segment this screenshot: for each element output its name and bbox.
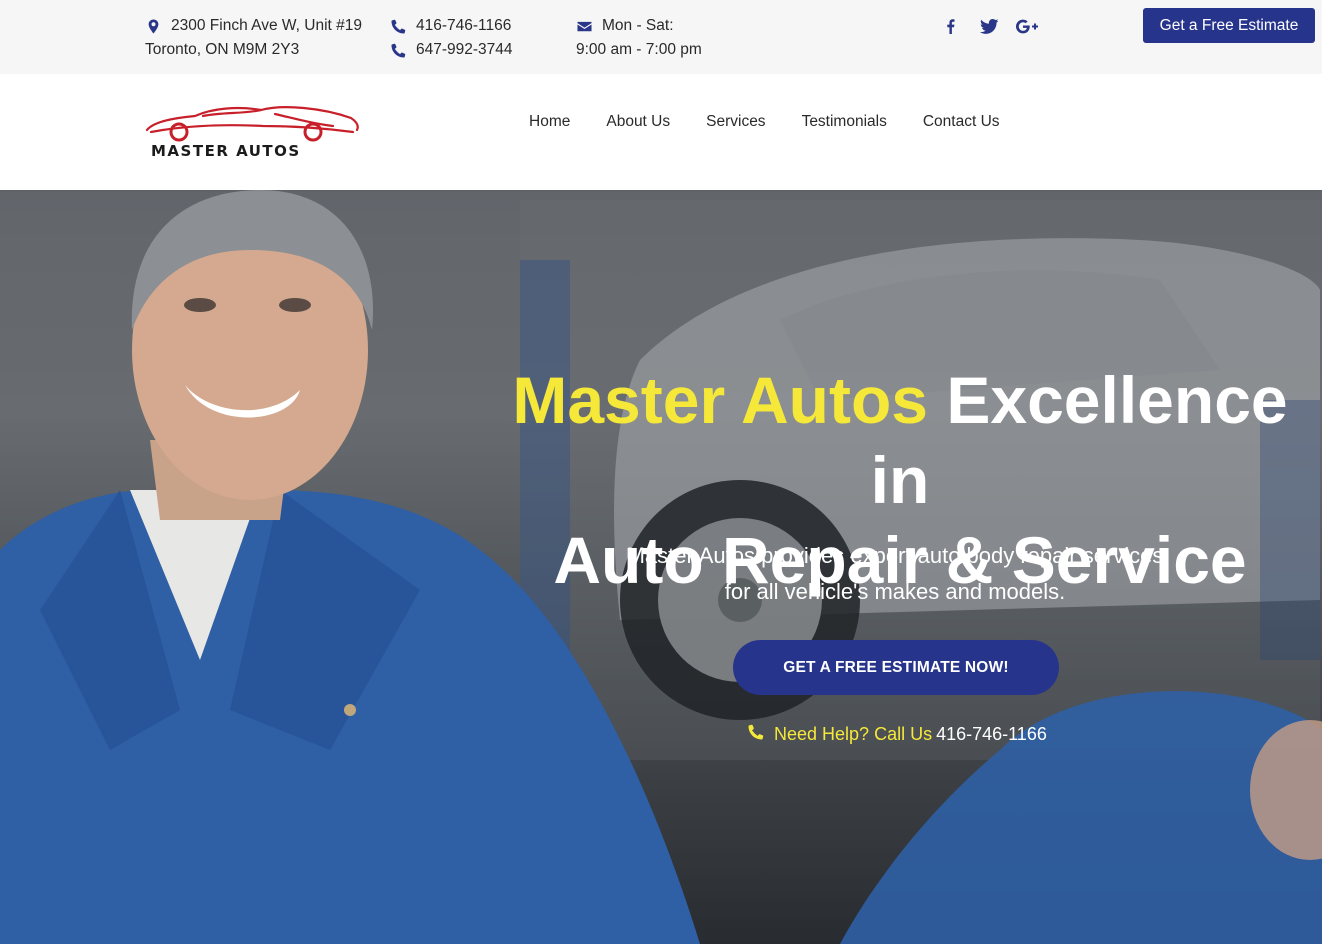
need-help-phone[interactable]: 416-746-1166 [936, 724, 1047, 745]
hero-subtext-line2: for all vehicle's makes and models. [724, 579, 1066, 604]
twitter-icon[interactable] [978, 16, 1000, 36]
envelope-icon [576, 18, 592, 34]
hero-second-mechanic-image [840, 691, 1322, 944]
phone-icon [748, 724, 774, 745]
nav-about-us[interactable]: About Us [606, 113, 670, 131]
nav-testimonials[interactable]: Testimonials [802, 113, 887, 131]
phone-icon [390, 42, 406, 58]
phone-icon [390, 18, 406, 34]
hours-time: 9:00 am - 7:00 pm [576, 41, 702, 58]
need-help-call-line: Need Help? Call Us 416-746-1166 [748, 724, 1047, 745]
top-info-bar: 2300 Finch Ave W, Unit #19 Toronto, ON M… [0, 0, 1322, 74]
social-links [940, 16, 1038, 36]
get-free-estimate-button[interactable]: Get a Free Estimate [1143, 8, 1315, 43]
facebook-icon[interactable] [940, 16, 962, 36]
address-line-1: 2300 Finch Ave W, Unit #19 [171, 17, 362, 34]
hours-days: Mon - Sat: [602, 17, 674, 34]
hours-block: Mon - Sat: 9:00 am - 7:00 pm [576, 14, 702, 62]
nav-contact-us[interactable]: Contact Us [923, 113, 1000, 131]
address-line-2: Toronto, ON M9M 2Y3 [145, 41, 300, 58]
hero-headline-rest: Excellence in [870, 363, 1288, 517]
hero-headline-highlight: Master Autos [512, 363, 929, 437]
logo-wordmark: MASTER AUTOS [151, 142, 301, 160]
get-free-estimate-now-button[interactable]: GET A FREE ESTIMATE NOW! [733, 640, 1059, 695]
phone-2[interactable]: 647-992-3744 [416, 38, 513, 62]
nav-home[interactable]: Home [529, 113, 570, 131]
nav-services[interactable]: Services [706, 113, 765, 131]
hero-section: Master Autos Excellence in Auto Repair &… [0, 190, 1322, 944]
need-help-label: Need Help? Call Us [774, 724, 933, 744]
hero-subtext: Master Autos provides expert auto body r… [560, 538, 1230, 610]
phone-1[interactable]: 416-746-1166 [416, 14, 511, 38]
main-navbar: MASTER AUTOS Home About Us Services Test… [0, 74, 1322, 190]
primary-menu: Home About Us Services Testimonials Cont… [529, 113, 1036, 131]
google-plus-icon[interactable] [1016, 16, 1038, 36]
address-block: 2300 Finch Ave W, Unit #19 Toronto, ON M… [145, 14, 362, 62]
phone-block: 416-746-1166 647-992-3744 [390, 14, 513, 62]
map-pin-icon [145, 18, 161, 34]
hero-subtext-line1: Master Autos provides expert auto body r… [626, 543, 1164, 568]
master-autos-logo[interactable]: MASTER AUTOS [143, 102, 361, 164]
